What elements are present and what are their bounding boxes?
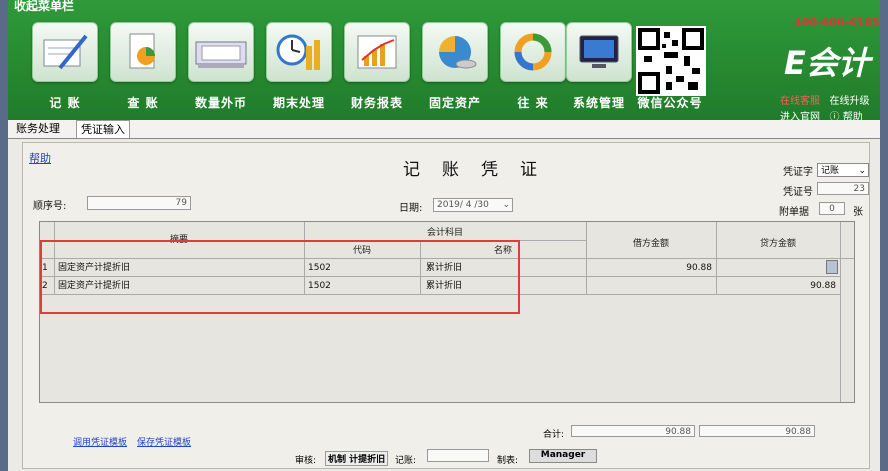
toolbar-check[interactable]: 查 账	[104, 22, 176, 118]
voucher-type-label: 凭证字	[783, 167, 813, 178]
total-label: 合计:	[543, 430, 565, 440]
total-credit: 90.88	[699, 425, 815, 437]
link-online-upgrade[interactable]: 在线升级	[830, 96, 870, 107]
seq-field[interactable]: 79	[87, 196, 191, 210]
attach-label: 附单据	[779, 207, 809, 218]
qr-code-icon	[636, 26, 706, 96]
help-link[interactable]: 帮助	[29, 150, 51, 166]
cell-credit[interactable]: 90.88	[720, 278, 836, 294]
tab-voucher-input[interactable]: 凭证输入	[76, 120, 130, 138]
maker-value: 机制	[328, 455, 347, 465]
grid-line	[840, 222, 841, 402]
toolbar-wechat-label[interactable]: 微信公众号	[628, 94, 712, 111]
bar-report-icon	[344, 22, 410, 82]
toolbar-label: 系统管理	[572, 96, 625, 110]
cell-debit[interactable]: 90.88	[590, 260, 712, 276]
attach-unit: 张	[853, 207, 863, 218]
toolbar-label: 查 账	[127, 96, 159, 110]
toolbar-label: 期末处理	[272, 96, 325, 110]
collapse-menu-bar[interactable]: 收起菜单栏	[14, 0, 74, 14]
voucher-no-label: 凭证号	[783, 187, 813, 198]
monitor-icon	[566, 22, 632, 82]
tab-accounting[interactable]: 账务处理	[12, 120, 64, 137]
toolbar-period-end[interactable]: 期末处理	[260, 22, 332, 118]
ring-icon	[500, 22, 566, 82]
creator-label: 制表:	[497, 456, 519, 466]
col-account: 会计科目	[426, 228, 463, 238]
brand-logo: E会计	[784, 44, 870, 82]
load-template-link[interactable]: 调用凭证模板	[73, 435, 127, 448]
col-credit: 贷方金额	[759, 239, 796, 249]
toolbar-label: 固定资产	[428, 96, 481, 110]
date-picker[interactable]: 2019/ 4 /30 ⌄	[433, 198, 513, 212]
toolbar-currency[interactable]: 数量外币	[182, 22, 254, 118]
hotline-number: 400-600-6185	[794, 16, 880, 29]
save-template-link[interactable]: 保存凭证模板	[137, 435, 191, 448]
col-debit: 借方金额	[632, 239, 669, 249]
date-label: 日期:	[399, 203, 423, 214]
grid-scrollbar-thumb[interactable]	[826, 260, 838, 274]
toolbar-fixed-assets[interactable]: 固定资产	[416, 22, 488, 118]
book-label: 记账:	[395, 456, 417, 466]
toolbar-reports[interactable]: 财务报表	[338, 22, 410, 118]
voucher-type-select[interactable]: 记账 ⌄	[817, 163, 869, 177]
magnify-chart-icon	[110, 22, 176, 82]
chevron-down-icon: ⌄	[502, 200, 510, 210]
link-online-service[interactable]: 在线客服	[780, 96, 820, 107]
assets-icon	[422, 22, 488, 82]
chevron-down-icon: ⌄	[858, 166, 866, 176]
cell-credit[interactable]	[720, 260, 836, 276]
maker-value-detail: 计提折旧	[349, 455, 386, 465]
audit-label: 审核:	[295, 456, 317, 466]
highlight-box	[40, 240, 520, 314]
toolbar-bookkeep[interactable]: 记 账	[26, 22, 98, 118]
creator-value: Manager	[529, 449, 597, 463]
book-field	[427, 449, 489, 462]
currency-icon	[188, 22, 254, 82]
voucher-type-value: 记账	[821, 166, 840, 176]
toolbar-transactions[interactable]: 往 来	[494, 22, 566, 118]
toolbar-label: 财务报表	[350, 96, 403, 110]
voucher-title: 记账凭证	[403, 160, 559, 180]
app-window: 收起菜单栏 记 账 查 账 数量外币 期末处理 财务报表 固定资产 往 来 系统…	[8, 0, 880, 471]
total-debit: 90.88	[571, 425, 695, 437]
toolbar-system[interactable]: 系统管理	[560, 22, 632, 118]
toolbar-label: 记 账	[49, 96, 81, 110]
maker-field: 机制 计提折旧	[325, 451, 389, 466]
tab-bar: 账务处理 凭证输入	[8, 120, 880, 139]
top-banner: 收起菜单栏 记 账 查 账 数量外币 期末处理 财务报表 固定资产 往 来 系统…	[8, 0, 880, 127]
voucher-no-field[interactable]: 23	[817, 182, 869, 195]
cell-debit[interactable]	[590, 278, 712, 294]
date-value: 2019/ 4 /30	[437, 200, 489, 210]
attach-count-field[interactable]: 0	[819, 202, 845, 215]
toolbar-label: 数量外币	[194, 96, 247, 110]
seq-label: 顺序号:	[33, 201, 67, 212]
clock-coins-icon	[266, 22, 332, 82]
pen-ledger-icon	[32, 22, 98, 82]
